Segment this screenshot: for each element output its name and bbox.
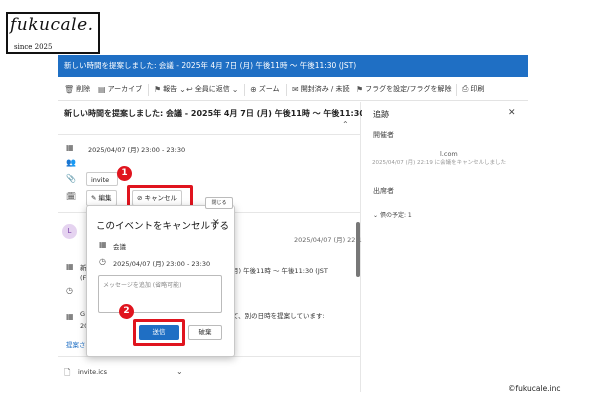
- attachment-name[interactable]: invite.ics: [78, 368, 107, 376]
- chevron-down-icon: ⌄: [373, 212, 380, 219]
- window-title-bar: 新しい時間を提案しました: 会議 - 2025年 4月 7日 (月) 午後11時…: [58, 55, 528, 77]
- message-subject: 新しい時間を提案しました: 会議 - 2025年 4月 7日 (月) 午後11時…: [64, 109, 386, 118]
- copyright: ©fukucale.inc: [508, 384, 561, 393]
- tracking-pane: [362, 102, 528, 392]
- collapse-icon[interactable]: ⌃: [342, 120, 349, 129]
- highlight-send: [133, 319, 185, 346]
- archive-icon: ▤: [98, 84, 106, 94]
- body-line-1: 月) 午後11時 ～ 午後11:30 (JST: [232, 267, 328, 275]
- toolbar-divider: [456, 84, 457, 96]
- attendees-label: 出席者: [373, 187, 394, 195]
- dialog-datetime: 2025/04/07 (月) 23:00 - 23:30: [113, 260, 211, 268]
- attachment-icon: 📎: [66, 174, 76, 183]
- toolbar-divider: [286, 84, 287, 96]
- chevron-down-icon: ⌄: [231, 84, 239, 94]
- clock-icon: ◷: [66, 286, 73, 295]
- organizer-email: l.com: [440, 150, 458, 158]
- calendar-rsvp-icon: 🗓: [66, 192, 77, 201]
- attendees-group[interactable]: ⌄ 倶の予定: 1: [373, 210, 412, 219]
- tracking-title: 追跡: [373, 110, 389, 119]
- print-button[interactable]: ⎙ 印刷: [462, 84, 484, 94]
- chevron-down-icon: ⌄: [179, 84, 186, 94]
- edit-button[interactable]: ✎ 編集: [86, 190, 117, 206]
- file-icon: 🗋: [64, 368, 71, 377]
- organizer-label: 開催者: [373, 131, 394, 139]
- partial-text: G: [80, 310, 86, 318]
- flag-icon: ⚑: [154, 84, 162, 94]
- body-line-2: て、別の日時を提案しています:: [232, 312, 325, 320]
- dialog-event-name: 会議: [113, 243, 126, 251]
- divider: [58, 134, 360, 135]
- chevron-down-icon[interactable]: ⌄: [176, 367, 183, 376]
- envelope-icon: ✉: [292, 84, 299, 94]
- reply-all-button[interactable]: ↩ 全員に返信 ⌄: [186, 84, 238, 94]
- clock-icon: ◷: [99, 257, 106, 266]
- trash-icon: 🗑: [64, 84, 75, 94]
- message-input[interactable]: メッセージを追加 (省略可能): [98, 275, 222, 313]
- toolbar: 🗑 削除 ▤ アーカイブ ⚑ 報告 ⌄ ↩ 全員に返信 ⌄ ⊕ ズーム ✉ 開封済み / 未読 …: [58, 80, 528, 101]
- scrollbar[interactable]: [356, 222, 360, 277]
- organizer-note: 2025/04/07 (月) 22:19 に会議をキャンセルしました: [372, 160, 507, 166]
- close-icon[interactable]: ✕: [212, 218, 220, 228]
- event-datetime: 2025/04/07 (月) 23:00 - 23:30: [88, 146, 186, 154]
- logo-since: since 2025: [14, 43, 53, 51]
- toolbar-divider: [148, 84, 149, 96]
- pencil-icon: ✎: [91, 194, 99, 202]
- report-button[interactable]: ⚑ 報告 ⌄: [154, 84, 186, 94]
- calendar-icon: ▦: [66, 312, 74, 321]
- read-unread-button[interactable]: ✉ 開封済み / 未読: [292, 84, 350, 94]
- step-badge-1: 1: [117, 166, 132, 181]
- flag-button[interactable]: ⚑ フラグを設定/フラグを解除: [356, 84, 452, 94]
- step-badge-2: 2: [119, 304, 134, 319]
- print-icon: ⎙: [462, 84, 469, 93]
- calendar-icon: ▦: [66, 143, 74, 152]
- zoom-button[interactable]: ⊕ ズーム: [250, 84, 280, 94]
- calendar-icon: ▦: [66, 262, 74, 271]
- close-icon[interactable]: ✕: [508, 108, 516, 118]
- logo-text: fukucale.: [10, 15, 94, 35]
- window-title: 新しい時間を提案しました: 会議 - 2025年 4月 7日 (月) 午後11時…: [64, 61, 357, 70]
- discard-button[interactable]: 破棄: [188, 325, 222, 340]
- avatar: L: [62, 224, 77, 239]
- people-icon: 👥: [66, 158, 76, 167]
- close-tooltip: 閉じる: [205, 197, 233, 209]
- archive-button[interactable]: ▤ アーカイブ: [98, 84, 142, 94]
- attachment-chip[interactable]: invite: [86, 172, 118, 186]
- calendar-icon: ▦: [99, 240, 107, 249]
- delete-button[interactable]: 🗑 削除: [64, 84, 90, 94]
- flag-icon: ⚑: [356, 84, 364, 94]
- reply-all-icon: ↩: [186, 84, 193, 94]
- toolbar-divider: [244, 84, 245, 96]
- dialog-title: このイベントをキャンセルする: [96, 221, 230, 232]
- zoom-icon: ⊕: [250, 84, 257, 94]
